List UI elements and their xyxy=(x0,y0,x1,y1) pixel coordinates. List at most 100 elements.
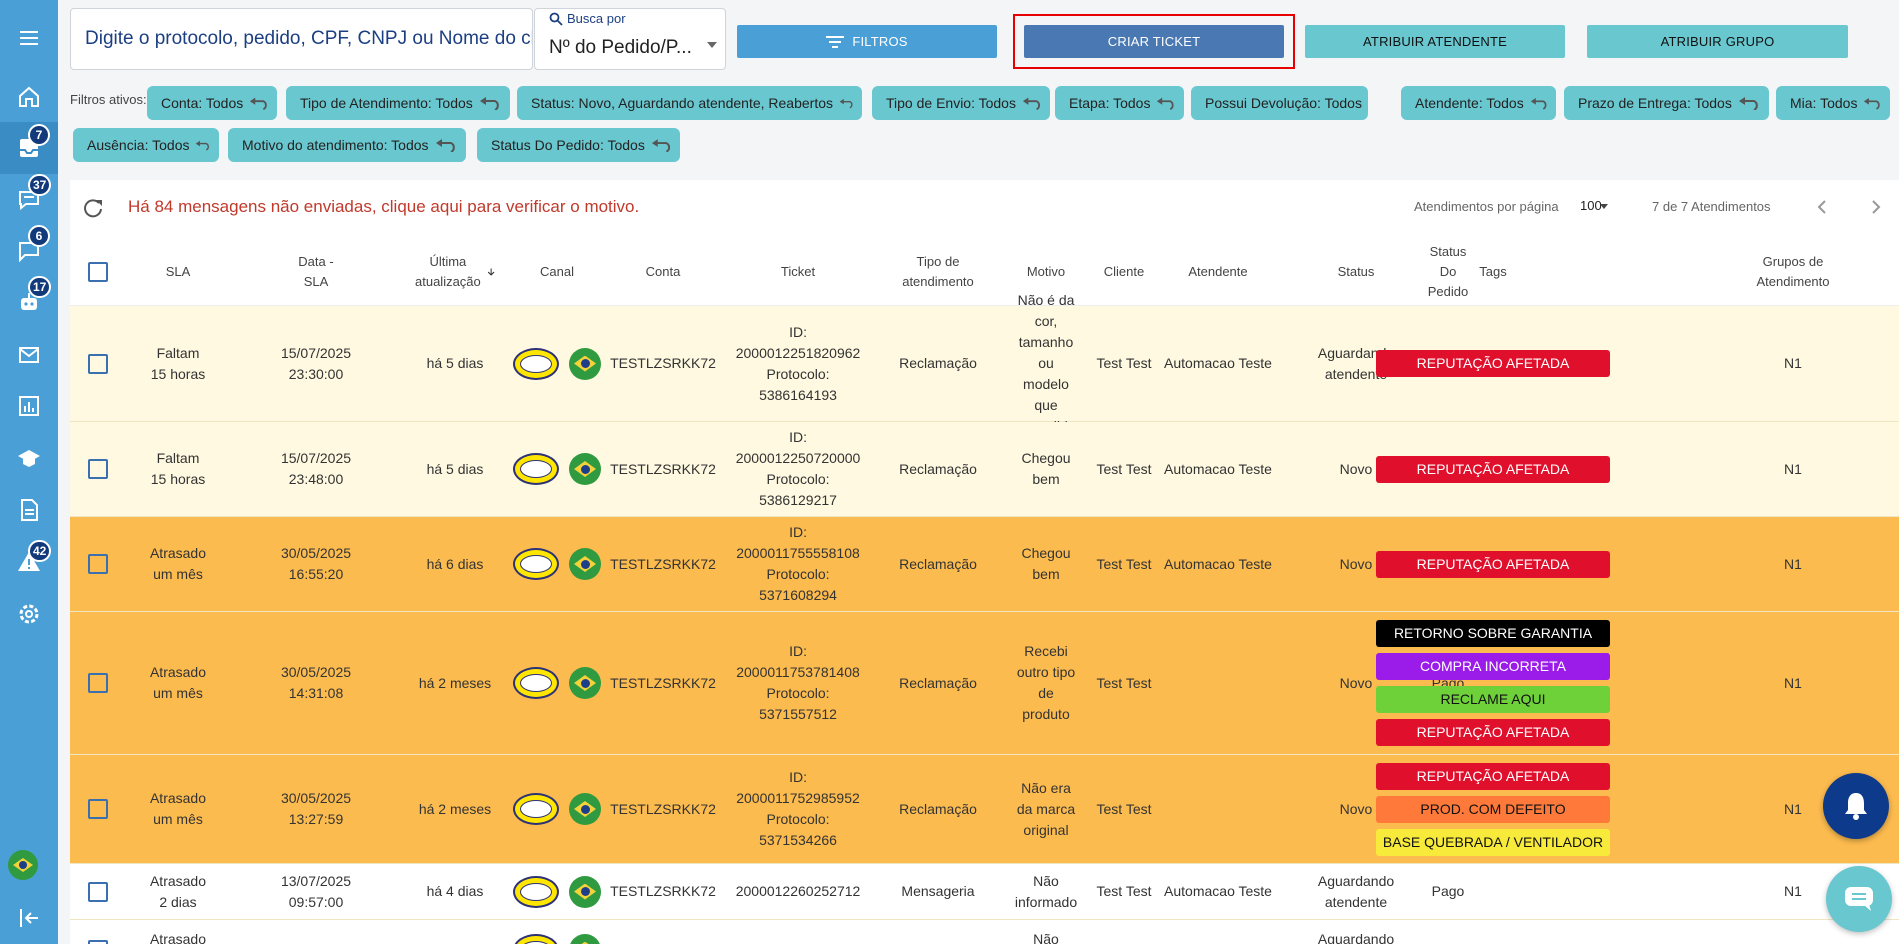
row-checkbox[interactable] xyxy=(70,306,126,421)
filter-chip[interactable]: Mia: Todos xyxy=(1776,86,1890,120)
table-row[interactable]: Atrasado 2 dias 13/07/2025 09:57:00 há 4 d… xyxy=(70,864,1899,920)
chevron-down-icon[interactable] xyxy=(1600,204,1608,209)
column-header[interactable]: Canal xyxy=(505,238,610,306)
sidebar-item-message[interactable]: 6 xyxy=(0,225,58,277)
column-header[interactable]: Grupos de Atendimento xyxy=(1743,238,1843,306)
cell-conta: TESTLZSRKK72 xyxy=(601,920,726,944)
per-page-select[interactable]: 100 xyxy=(1580,198,1602,213)
tag-badge[interactable]: REPUTAÇÃO AFETADA xyxy=(1376,350,1610,377)
chevron-left-icon[interactable] xyxy=(1812,197,1832,217)
table-row[interactable]: Faltam 15 horas 15/07/2025 23:30:00 há 5 d… xyxy=(70,292,1899,434)
column-header[interactable]: Data - SLA xyxy=(286,238,346,306)
search-input[interactable]: Digite o protocolo, pedido, CPF, CNPJ ou… xyxy=(70,8,533,70)
column-header-label: Última atualização xyxy=(415,254,481,289)
logout-button[interactable] xyxy=(0,892,58,944)
cell-text: há 2 meses xyxy=(418,800,492,817)
sidebar-item-chart[interactable] xyxy=(0,380,58,432)
tag-badge[interactable]: REPUTAÇÃO AFETADA xyxy=(1376,455,1610,483)
undo-icon[interactable] xyxy=(195,138,211,152)
table-row[interactable]: Atrasado 2 dias 13/07/2025 há 4 dias TESTL… xyxy=(70,920,1899,944)
column-header-label: Tipo de atendimento xyxy=(902,254,974,289)
undo-icon[interactable] xyxy=(479,96,501,110)
row-checkbox[interactable] xyxy=(70,920,126,944)
table-row[interactable]: Atrasado um mês 30/05/2025 14:31:08 há 2 m… xyxy=(70,612,1899,755)
undo-icon[interactable] xyxy=(1863,96,1882,110)
column-header[interactable]: Conta xyxy=(596,238,731,306)
arrow-down-icon[interactable] xyxy=(487,265,495,279)
brazil-flag-icon xyxy=(569,933,601,944)
sidebar-item-home[interactable] xyxy=(0,71,58,123)
filter-chip[interactable]: Status Do Pedido: Todos xyxy=(477,128,680,162)
busca-por-select[interactable]: Busca por Nº do Pedido/P... xyxy=(534,8,726,70)
sidebar-item-graduation[interactable] xyxy=(0,432,58,484)
atribuir-atendente-button[interactable]: ATRIBUIR ATENDENTE xyxy=(1305,25,1565,58)
row-checkbox[interactable] xyxy=(70,612,126,754)
sidebar-item-bot[interactable]: 17 xyxy=(0,276,58,328)
row-checkbox[interactable] xyxy=(70,517,126,611)
cell-text: Test Test xyxy=(1096,460,1152,477)
per-page-label: Atendimentos por página xyxy=(1414,199,1559,214)
filter-chip[interactable]: Tipo de Envio: Todos xyxy=(872,86,1050,120)
sidebar-item-chat[interactable]: 37 xyxy=(0,174,58,226)
table-row[interactable]: Atrasado um mês 30/05/2025 13:27:59 há 2 m… xyxy=(70,755,1899,864)
filter-chip[interactable]: Possui Devolução: Todos xyxy=(1191,86,1368,120)
filter-chip[interactable]: Atendente: Todos xyxy=(1401,86,1556,120)
filter-chip[interactable]: Etapa: Todos xyxy=(1055,86,1184,120)
filtros-ativos-label: Filtros ativos: xyxy=(70,92,147,107)
tag-badge[interactable]: RECLAME AQUI xyxy=(1376,686,1610,713)
column-header[interactable]: Ticket xyxy=(724,238,872,306)
table-row[interactable]: Faltam 15 horas 15/07/2025 23:48:00 há 5 d… xyxy=(70,422,1899,517)
filter-chip[interactable]: Tipo de Atendimento: Todos xyxy=(286,86,510,120)
table-row[interactable]: Atrasado um mês 30/05/2025 16:55:20 há 6 d… xyxy=(70,517,1899,612)
notification-button[interactable] xyxy=(1823,773,1889,839)
filter-chip[interactable]: Motivo do atendimento: Todos xyxy=(228,128,466,162)
cell-ticket: ID: 2000011755558108 Protocolo: 53716082… xyxy=(736,517,860,611)
tag-badge[interactable]: REPUTAÇÃO AFETADA xyxy=(1376,550,1610,578)
tag-badge[interactable]: REPUTAÇÃO AFETADA xyxy=(1376,762,1610,790)
sidebar-item-warning[interactable]: 42 xyxy=(0,536,58,588)
undo-icon[interactable] xyxy=(651,138,672,152)
undo-icon[interactable] xyxy=(435,138,457,152)
undo-icon[interactable] xyxy=(1022,96,1042,110)
cell-canal xyxy=(497,612,617,754)
brazil-flag-icon xyxy=(569,875,601,908)
column-header[interactable]: SLA xyxy=(111,238,246,306)
unsent-messages-alert[interactable]: Há 84 mensagens não enviadas, clique aqu… xyxy=(128,197,639,217)
chevron-right-icon[interactable] xyxy=(1866,197,1886,217)
criar-ticket-button[interactable]: CRIAR TICKET xyxy=(1024,25,1284,58)
row-checkbox[interactable] xyxy=(70,755,126,863)
undo-icon[interactable] xyxy=(1738,96,1760,110)
column-header[interactable]: Última atualização xyxy=(415,238,495,306)
sidebar-item-inbox[interactable]: 7 xyxy=(0,122,58,174)
tag-badge[interactable]: PROD. COM DEFEITO xyxy=(1376,795,1610,823)
undo-icon[interactable] xyxy=(1530,96,1548,110)
row-checkbox[interactable] xyxy=(70,422,126,516)
undo-icon[interactable] xyxy=(1156,96,1176,110)
filter-chip[interactable]: Ausência: Todos xyxy=(73,128,219,162)
filter-chip-label: Tipo de Envio: Todos xyxy=(886,95,1016,111)
refresh-icon[interactable] xyxy=(82,197,104,219)
cell-tags: REPUTAÇÃO AFETADA xyxy=(1376,517,1610,611)
sidebar-item-gear[interactable] xyxy=(0,588,58,640)
sidebar-item-menu[interactable] xyxy=(0,12,58,64)
column-header[interactable]: Atendente xyxy=(1136,238,1301,306)
filter-chip[interactable]: Status: Novo, Aguardando atendente, Reab… xyxy=(517,86,862,120)
filter-chip[interactable]: Conta: Todos xyxy=(147,86,277,120)
brazil-flag-icon[interactable] xyxy=(8,850,38,880)
chat-widget-button[interactable] xyxy=(1826,866,1892,932)
undo-icon[interactable] xyxy=(839,96,854,110)
row-checkbox[interactable] xyxy=(70,864,126,919)
filter-chip[interactable]: Prazo de Entrega: Todos xyxy=(1564,86,1769,120)
tag-badge[interactable]: BASE QUEBRADA / VENTILADOR xyxy=(1376,828,1610,856)
filtros-button[interactable]: FILTROS xyxy=(737,25,997,58)
undo-icon[interactable] xyxy=(249,96,269,110)
tag-badge[interactable]: REPUTAÇÃO AFETADA xyxy=(1376,719,1610,746)
column-header[interactable]: Tipo de atendimento xyxy=(898,238,978,306)
sidebar-item-document[interactable] xyxy=(0,484,58,536)
cell-text: Mensageria xyxy=(901,883,975,899)
tag-badge[interactable]: COMPRA INCORRETA xyxy=(1376,653,1610,680)
tag-badge[interactable]: RETORNO SOBRE GARANTIA xyxy=(1376,620,1610,647)
sidebar-item-mail[interactable] xyxy=(0,329,58,381)
column-header[interactable]: Tags xyxy=(1301,238,1686,306)
atribuir-grupo-button[interactable]: ATRIBUIR GRUPO xyxy=(1587,25,1848,58)
